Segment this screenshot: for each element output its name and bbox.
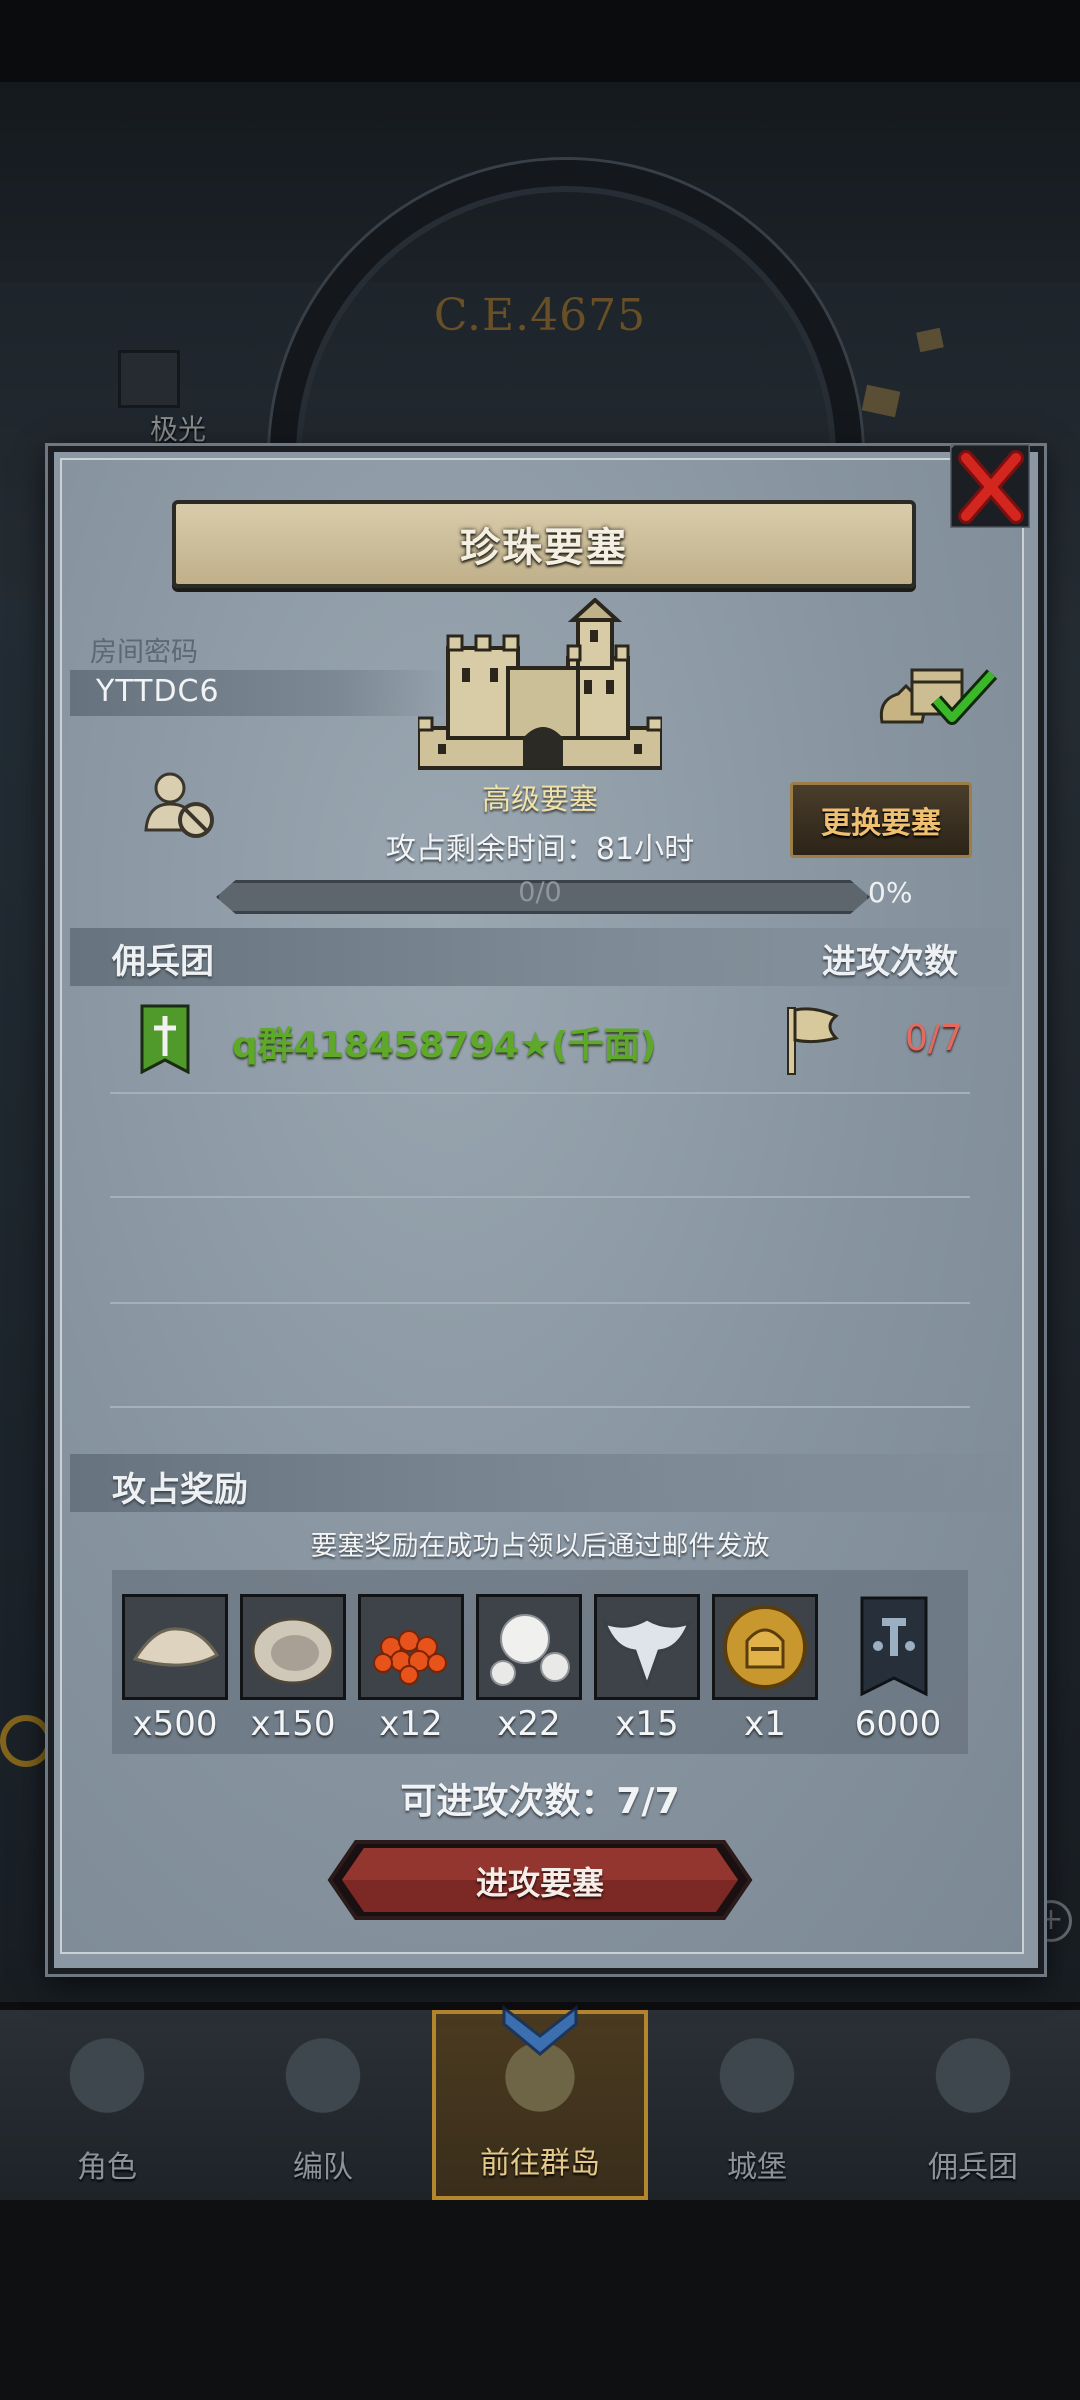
capture-time-left: 攻占剩余时间：81小时 [385, 832, 695, 867]
no-player-icon [144, 772, 214, 838]
rewards-note: 要塞奖励在成功占领以后通过邮件发放 [310, 1531, 770, 1562]
capture-progress-text: 0/0 [518, 877, 562, 908]
nav-label: 角色 [77, 2150, 137, 2185]
change-fortress-button[interactable]: 更换要塞 [790, 782, 972, 858]
row-divider [110, 1406, 970, 1408]
reward-qty: x15 [615, 1704, 679, 1744]
oyster-icon [243, 1597, 343, 1697]
row-divider [110, 1196, 970, 1198]
room-code-value[interactable]: YTTDC6 [96, 674, 220, 709]
attack-fortress-label: 进攻要塞 [475, 1864, 604, 1902]
supplies-ready-icon [879, 668, 998, 725]
close-icon[interactable] [950, 444, 1030, 528]
gold-helmet-medal-icon [715, 1597, 815, 1697]
reward-slot[interactable] [240, 1594, 346, 1700]
available-attacks: 可进攻次数：7/7 [400, 1781, 680, 1822]
reward-slot[interactable] [594, 1594, 700, 1700]
pearls-icon [479, 1597, 579, 1697]
nav-item-formation[interactable]: 编队 [216, 2010, 430, 2200]
row-divider [110, 1302, 970, 1304]
salt-pile-icon [125, 1597, 225, 1697]
reward-slot[interactable] [712, 1594, 818, 1700]
rewards-header: 攻占奖励 [112, 1470, 248, 1510]
reward-qty: x1 [744, 1704, 786, 1744]
bottom-system-area [0, 2200, 1080, 2400]
nav-item-mercenary[interactable]: 佣兵团 [866, 2010, 1080, 2200]
nav-label: 城堡 [727, 2150, 787, 2185]
row-divider [110, 1092, 970, 1094]
fortress-type-label: 高级要塞 [481, 782, 598, 816]
nav-label: 编队 [293, 2150, 353, 2185]
silver-emblem-icon [597, 1597, 697, 1697]
chevron-down-icon [502, 2004, 578, 2056]
room-code-label: 房间密码 [90, 637, 198, 668]
reward-slot[interactable] [358, 1594, 464, 1700]
attack-count-header: 进攻次数 [822, 942, 958, 982]
change-fortress-label: 更换要塞 [821, 806, 941, 841]
mercenary-banner-icon [860, 1596, 928, 1697]
dialog-title: 珍珠要塞 [460, 525, 628, 571]
guild-banner-icon [140, 1004, 190, 1074]
reward-slot[interactable] [122, 1594, 228, 1700]
fish-roe-icon [361, 1597, 461, 1697]
team-attempts: 0/7 [905, 1018, 963, 1059]
dialog-title-plate: 珍珠要塞 [172, 500, 916, 588]
capture-progress-percent: 0% [868, 876, 913, 909]
fortress-castle-icon [418, 598, 662, 770]
nav-label: 佣兵团 [928, 2150, 1018, 2185]
mercenary-icon [918, 2026, 1028, 2136]
knight-icon [52, 2026, 162, 2136]
team-name[interactable]: q群418458794★(千面) [232, 1016, 656, 1068]
nav-item-character[interactable]: 角色 [0, 2010, 214, 2200]
mercenary-header: 佣兵团 [112, 942, 214, 982]
reward-qty: x22 [497, 1704, 561, 1744]
reward-slot[interactable] [476, 1594, 582, 1700]
flag-icon [787, 1007, 839, 1075]
nav-item-castle[interactable]: 城堡 [650, 2010, 864, 2200]
reward-qty: x12 [379, 1704, 443, 1744]
castle-icon [702, 2026, 812, 2136]
reward-qty: x500 [132, 1704, 218, 1744]
nav-label: 前往群岛 [480, 2146, 600, 2181]
reward-slot[interactable] [856, 1594, 932, 1700]
reward-qty: x150 [250, 1704, 336, 1744]
reward-qty: 6000 [854, 1704, 942, 1744]
status-bar-area [0, 0, 1080, 82]
helmet-icon [268, 2026, 378, 2136]
